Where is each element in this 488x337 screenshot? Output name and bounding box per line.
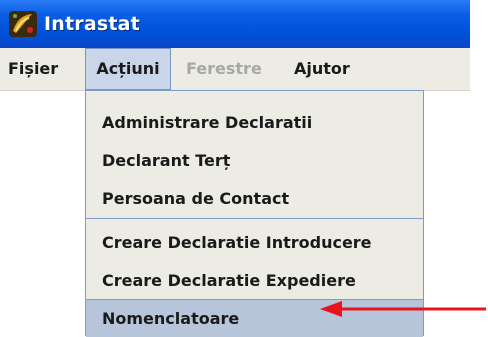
menu-bar: Fișier Acțiuni Ferestre Ajutor bbox=[0, 48, 470, 91]
red-arrow-annotation bbox=[320, 301, 486, 317]
menu-ajutor[interactable]: Ajutor bbox=[294, 48, 350, 90]
menu-actiuni[interactable]: Acțiuni bbox=[85, 48, 171, 90]
menu-ferestre[interactable]: Ferestre bbox=[186, 48, 262, 90]
menu-item-creare-declaratie-expediere[interactable]: Creare Declaratie Expediere bbox=[86, 262, 423, 299]
title-bar[interactable]: Intrastat bbox=[0, 0, 470, 48]
menu-item-creare-declaratie-introducere[interactable]: Creare Declaratie Introducere bbox=[86, 224, 423, 261]
menu-item-declarant-tert[interactable]: Declarant Terț bbox=[86, 142, 423, 179]
menu-fisier[interactable]: Fișier bbox=[8, 48, 58, 90]
window-title: Intrastat bbox=[44, 13, 140, 35]
menu-item-administrare-declaratii[interactable]: Administrare Declaratii bbox=[86, 104, 423, 141]
menu-item-persoana-de-contact[interactable]: Persoana de Contact bbox=[86, 180, 423, 217]
app-logo-icon bbox=[9, 11, 37, 37]
menu-separator bbox=[86, 218, 423, 219]
